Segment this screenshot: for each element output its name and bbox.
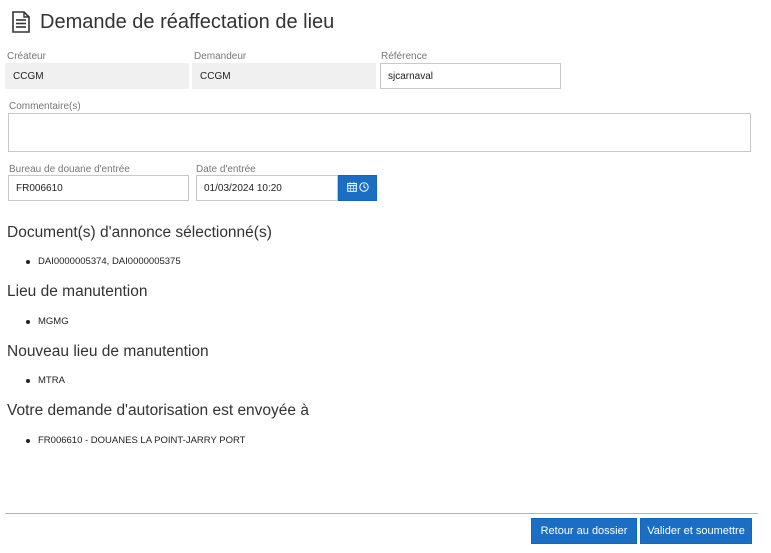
reference-label: Référence [381, 51, 428, 62]
date-entree-label: Date d'entrée [196, 164, 256, 175]
list-item: MGMG [26, 316, 69, 327]
section-heading-destinataire: Votre demande d'autorisation est envoyée… [7, 402, 309, 419]
date-entree-input[interactable]: 01/03/2024 10:20 [196, 175, 338, 201]
reference-input[interactable]: sjcarnaval [380, 63, 561, 89]
createur-label: Créateur [7, 51, 46, 62]
bureau-douane-label: Bureau de douane d'entrée [9, 164, 130, 175]
page-header: Demande de réaffectation de lieu [12, 8, 334, 36]
list-item: DAI0000005374, DAI0000005375 [26, 256, 181, 267]
demandeur-label: Demandeur [194, 51, 247, 62]
demandeur-field: CCGM [192, 63, 376, 89]
commentaires-label: Commentaire(s) [9, 101, 81, 112]
clock-icon [358, 179, 369, 197]
list-item: MTRA [26, 375, 65, 386]
date-picker-button[interactable] [338, 175, 377, 201]
list-item: FR006610 - DOUANES LA POINT-JARRY PORT [26, 435, 246, 446]
back-to-file-button[interactable]: Retour au dossier [531, 518, 637, 544]
section-heading-documents: Document(s) d'annonce sélectionné(s) [7, 224, 272, 241]
footer-divider [5, 513, 758, 514]
page-title: Demande de réaffectation de lieu [40, 10, 335, 33]
calendar-icon [346, 179, 357, 197]
createur-field: CCGM [5, 63, 189, 89]
bureau-douane-input[interactable]: FR006610 [8, 175, 189, 201]
commentaires-textarea[interactable] [8, 113, 751, 152]
section-heading-nouveau-lieu: Nouveau lieu de manutention [7, 343, 209, 360]
validate-submit-button[interactable]: Valider et soumettre [640, 518, 752, 544]
section-heading-lieu: Lieu de manutention [7, 283, 148, 300]
document-icon [12, 11, 30, 33]
